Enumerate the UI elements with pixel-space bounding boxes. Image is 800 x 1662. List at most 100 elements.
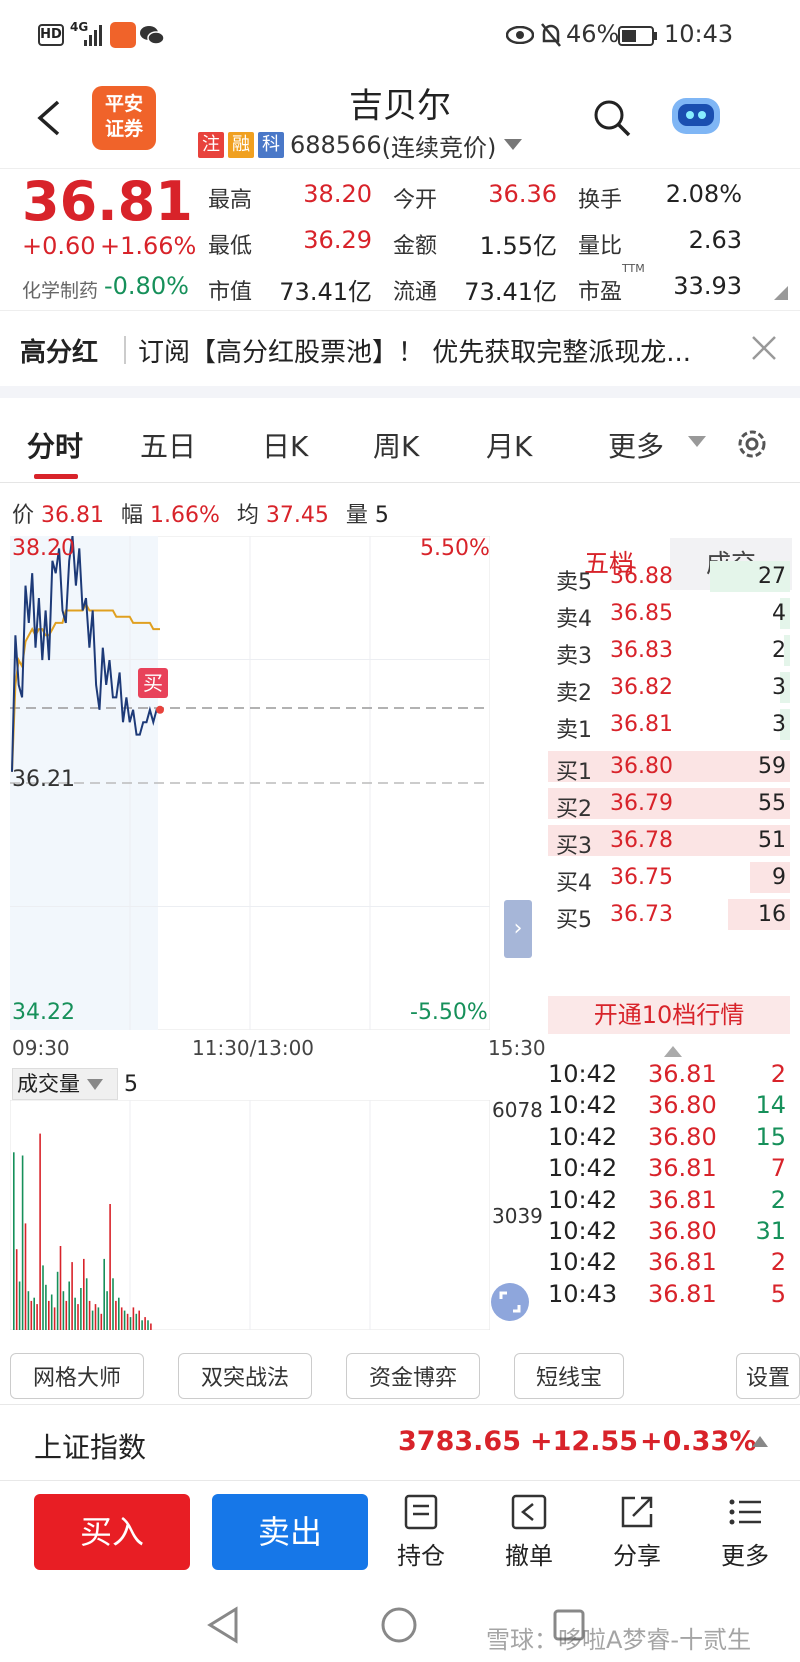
volume-bar	[27, 1291, 30, 1330]
ask-row[interactable]: 卖4 36.85 4	[548, 595, 790, 632]
bid-row[interactable]: 买3 36.78 51	[548, 822, 790, 859]
stock-subtitle[interactable]: 注 融 科 688566 (连续竞价)	[198, 130, 524, 162]
volume-selector[interactable]: 成交量	[12, 1068, 118, 1100]
index-strip[interactable]: 上证指数 3783.65 +12.55 +0.33%	[0, 1406, 800, 1480]
orderbook-qty: 59	[758, 754, 786, 779]
sell-button[interactable]: 卖出	[212, 1494, 368, 1570]
eye-icon	[506, 26, 534, 44]
volume-bar	[62, 1291, 65, 1330]
tool-double-breakout[interactable]: 双突战法	[178, 1353, 312, 1399]
sector-name[interactable]: 化学制药	[22, 276, 98, 303]
volume-bar	[126, 1313, 129, 1330]
volume-bar	[71, 1262, 73, 1330]
trade-price: 36.80	[648, 1122, 717, 1151]
signal-icon	[84, 25, 102, 46]
volume-bar	[48, 1300, 50, 1330]
tab-daily-k[interactable]: 日K	[262, 425, 308, 465]
trade-qty: 7	[770, 1154, 786, 1183]
orderbook-price: 36.82	[610, 675, 673, 700]
volume-bar	[30, 1300, 33, 1330]
y-axis-mid-label: 36.21	[12, 767, 75, 792]
trade-time: 10:42	[548, 1248, 618, 1277]
trade-qty: 31	[755, 1217, 786, 1245]
trade-row: 10:42 36.80 14	[548, 1089, 790, 1122]
search-icon[interactable]	[592, 98, 632, 138]
trade-price: 36.80	[648, 1217, 717, 1245]
tab-five-day[interactable]: 五日	[140, 425, 196, 465]
volume-bar	[109, 1204, 111, 1330]
tool-grid-master[interactable]: 网格大师	[10, 1353, 144, 1399]
system-home-icon[interactable]	[380, 1606, 418, 1644]
ask-row[interactable]: 卖3 36.83 2	[548, 632, 790, 669]
volume-bar	[94, 1304, 97, 1330]
back-arrow-icon[interactable]	[34, 98, 62, 138]
cancel-order-button[interactable]: 撤单	[484, 1494, 574, 1574]
bid-row[interactable]: 买5 36.73 16	[548, 896, 790, 933]
close-icon[interactable]	[750, 334, 778, 362]
bid-row[interactable]: 买4 36.75 9	[548, 859, 790, 896]
ttm-superscript: TTM	[622, 262, 645, 275]
holdings-button[interactable]: 持仓	[376, 1494, 466, 1574]
fullscreen-icon[interactable]	[490, 1282, 530, 1322]
ask-row[interactable]: 卖2 36.82 3	[548, 669, 790, 706]
intraday-price-chart[interactable]	[10, 536, 490, 1030]
quote-value: 73.41亿	[464, 278, 557, 306]
x-axis-start: 09:30	[12, 1036, 70, 1060]
trade-time: 10:42	[548, 1060, 618, 1088]
volume-bar	[45, 1284, 47, 1330]
corner-expand-icon[interactable]	[774, 286, 788, 300]
ask-row[interactable]: 卖5 36.88 27	[548, 558, 790, 595]
buy-button[interactable]: 买入	[34, 1494, 190, 1570]
tab-more[interactable]: 更多	[608, 425, 664, 465]
tool-settings[interactable]: 设置	[736, 1353, 800, 1399]
x-axis-mid: 11:30/13:00	[192, 1036, 315, 1060]
volume-value: 5	[124, 1072, 138, 1097]
hd-icon: HD	[38, 24, 64, 46]
orderbook-qty: 3	[772, 675, 786, 700]
gear-icon[interactable]	[734, 426, 770, 462]
tab-more-caret-icon	[688, 436, 706, 447]
open-level10-button[interactable]: 开通10档行情	[548, 996, 790, 1034]
scroll-up-caret-icon[interactable]	[664, 1046, 682, 1058]
volume-bar	[144, 1317, 146, 1330]
trade-price: 36.81	[648, 1060, 717, 1088]
pct-axis-bottom-label: -5.50%	[410, 1000, 488, 1025]
market-state: (连续竞价)	[381, 133, 497, 162]
volume-bar	[68, 1281, 70, 1330]
tool-short-line[interactable]: 短线宝	[514, 1353, 624, 1399]
bid-row[interactable]: 买2 36.79 55	[548, 785, 790, 822]
system-back-icon[interactable]	[206, 1606, 242, 1644]
trade-price: 36.81	[648, 1154, 717, 1183]
quote-label: 金额	[393, 234, 438, 259]
volume-caret-icon	[86, 1079, 103, 1090]
tab-weekly-k[interactable]: 周K	[373, 425, 419, 465]
orderbook-label: 卖4	[556, 607, 592, 632]
volume-bar	[39, 1133, 41, 1330]
trade-time: 10:42	[548, 1122, 618, 1151]
expand-panel-button[interactable]: ›	[504, 900, 532, 958]
volume-bar	[106, 1291, 108, 1330]
bid-row[interactable]: 买1 36.80 59	[548, 748, 790, 785]
volume-bar	[150, 1323, 152, 1330]
volume-bar	[103, 1258, 105, 1330]
more-button[interactable]: 更多	[700, 1494, 790, 1574]
volume-axis-2: 3039	[492, 1204, 543, 1228]
status-bar: HD 4G 46% 10:43	[0, 0, 800, 72]
volume-bar	[80, 1288, 82, 1330]
expand-up-icon[interactable]	[752, 1436, 768, 1448]
y-axis-bottom-label: 34.22	[12, 1000, 75, 1025]
tab-intraday[interactable]: 分时	[27, 425, 83, 465]
promo-banner[interactable]: 高分红 订阅【高分红股票池】！ 优先获取完整派现龙...	[0, 320, 800, 378]
orderbook-price: 36.75	[610, 865, 673, 890]
banner-tag: 高分红	[20, 338, 99, 368]
orderbook-qty: 4	[772, 601, 786, 626]
volume-bar	[42, 1265, 44, 1330]
tool-fund-game[interactable]: 资金博弈	[346, 1353, 480, 1399]
share-button[interactable]: 分享	[592, 1494, 682, 1574]
quote-value: 38.20	[303, 180, 372, 208]
orderbook-price: 36.81	[610, 712, 673, 737]
ask-row[interactable]: 卖1 36.81 3	[548, 706, 790, 743]
robot-assistant-icon[interactable]	[668, 92, 724, 140]
tab-monthly-k[interactable]: 月K	[486, 425, 532, 465]
buy-marker[interactable]: 买	[138, 668, 168, 698]
